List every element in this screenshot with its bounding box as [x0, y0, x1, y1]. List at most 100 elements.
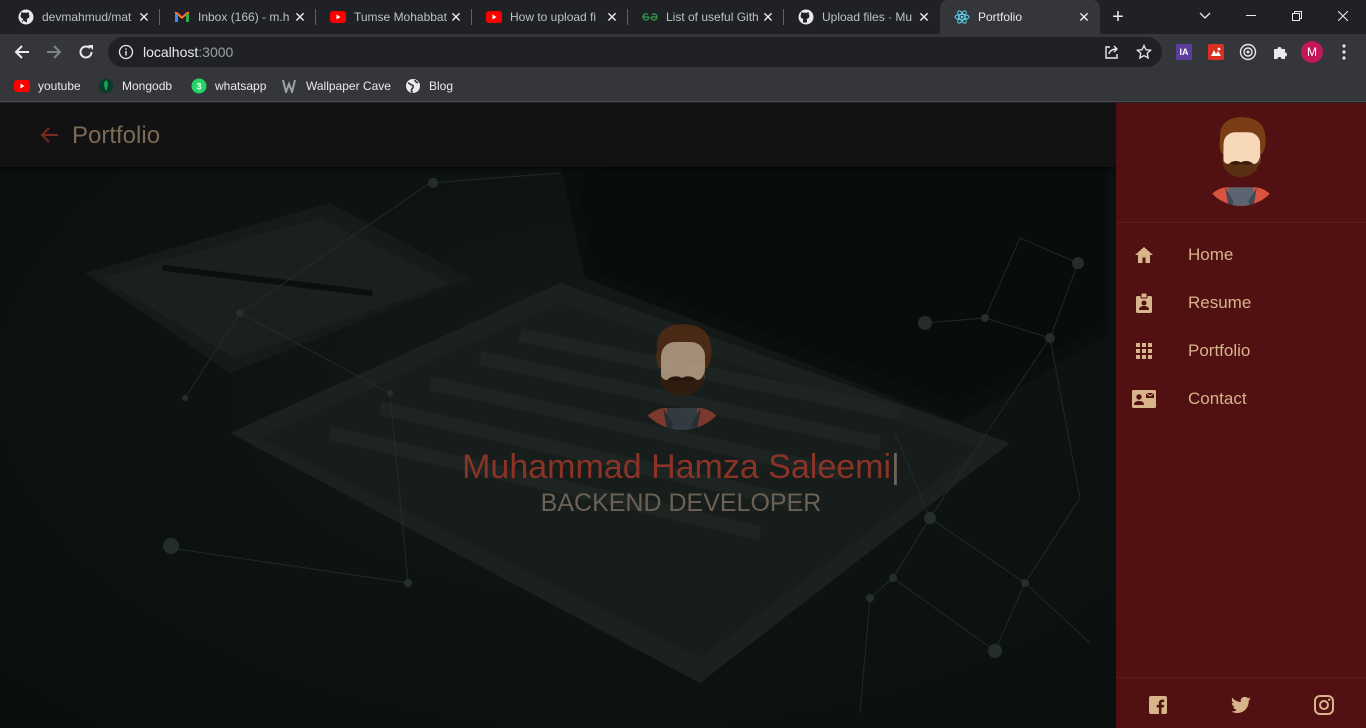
app-header: Portfolio — [0, 103, 1116, 167]
react-icon — [954, 9, 970, 25]
bookmark-blog[interactable]: Blog — [405, 76, 453, 96]
github-icon — [798, 9, 814, 25]
tab-upload-files[interactable]: Upload files · Mu ✕ — [784, 0, 940, 34]
url-text: localhost:3000 — [143, 44, 233, 60]
close-icon[interactable]: ✕ — [136, 9, 152, 25]
new-tab-button[interactable]: + — [1108, 7, 1128, 27]
youtube-icon — [330, 9, 346, 25]
nav-item-resume[interactable]: Resume — [1116, 279, 1366, 327]
youtube-icon — [486, 9, 502, 25]
nav-label: Resume — [1188, 293, 1252, 312]
url-host: localhost — [143, 44, 199, 60]
browser-menu-button[interactable] — [1336, 42, 1352, 62]
reload-icon — [79, 45, 93, 59]
hero-name-text: Muhammad Hamza Saleemi — [462, 448, 892, 486]
bookmark-star-icon[interactable] — [1135, 43, 1153, 61]
tab-title: devmahmud/mat — [42, 10, 132, 24]
minimize-button[interactable] — [1228, 0, 1274, 32]
bookmark-whatsapp[interactable]: 3 whatsapp — [191, 76, 266, 96]
bookmark-label: youtube — [38, 79, 81, 93]
close-icon[interactable]: ✕ — [292, 9, 308, 25]
instagram-icon[interactable] — [1313, 694, 1335, 716]
home-icon — [1132, 243, 1156, 267]
close-icon[interactable]: ✕ — [1076, 9, 1092, 25]
tab-how-to-upload[interactable]: How to upload fi ✕ — [472, 0, 628, 34]
nav-item-portfolio[interactable]: Portfolio — [1116, 327, 1366, 375]
side-drawer: Home Resume Portfolio Contact — [1116, 103, 1366, 728]
github-icon — [18, 9, 34, 25]
resume-badge-icon — [1132, 291, 1156, 315]
profile-avatar-button[interactable]: M — [1301, 41, 1323, 63]
bookmarks-bar: youtube Mongodb 3 whatsapp Wallpaper Cav… — [0, 70, 1366, 102]
tab-title: List of useful Gith — [666, 10, 759, 24]
tab-portfolio[interactable]: Portfolio ✕ — [940, 0, 1100, 34]
tab-title: Inbox (166) - m.h — [198, 10, 290, 24]
bookmark-label: Wallpaper Cave — [306, 79, 391, 93]
nav-item-contact[interactable]: Contact — [1116, 375, 1366, 423]
info-icon[interactable] — [118, 44, 134, 65]
close-icon[interactable]: ✕ — [760, 9, 776, 25]
red-extension-icon[interactable] — [1206, 42, 1226, 62]
whatsapp-icon: 3 — [191, 78, 207, 94]
facebook-icon[interactable] — [1147, 694, 1169, 716]
kebab-menu-icon — [1342, 44, 1346, 60]
tab-title: How to upload fi — [510, 10, 597, 24]
restore-button[interactable] — [1274, 0, 1320, 32]
close-window-button[interactable] — [1320, 0, 1366, 32]
tab-list-github[interactable]: List of useful Gith ✕ — [628, 0, 784, 34]
social-links — [1116, 677, 1366, 728]
gmail-icon — [174, 9, 190, 25]
tab-gmail[interactable]: Inbox (166) - m.h ✕ — [160, 0, 316, 34]
twitter-icon[interactable] — [1230, 694, 1252, 716]
share-icon[interactable] — [1103, 43, 1121, 61]
bookmark-wallpaper-cave[interactable]: Wallpaper Cave — [282, 76, 391, 96]
arrow-back-icon[interactable] — [38, 124, 60, 146]
typing-cursor: | — [891, 448, 900, 486]
arrow-left-icon — [14, 45, 29, 59]
bookmark-mongodb[interactable]: Mongodb — [98, 76, 172, 96]
chevron-down-icon — [1199, 12, 1211, 19]
browser-toolbar: localhost:3000 IA M — [0, 34, 1366, 70]
back-button[interactable] — [8, 38, 36, 66]
tab-search-button[interactable] — [1182, 0, 1228, 32]
avatar — [637, 324, 727, 430]
mongodb-icon — [98, 78, 114, 94]
bookmark-label: Blog — [429, 79, 454, 93]
nav-item-home[interactable]: Home — [1116, 231, 1366, 279]
apps-grid-icon — [1132, 339, 1156, 363]
contact-mail-icon — [1132, 387, 1156, 411]
extensions-puzzle-icon[interactable] — [1270, 42, 1290, 62]
bookmark-label: Mongodb — [122, 79, 173, 93]
laptop-background-graphic — [0, 103, 1116, 728]
globe-icon — [405, 78, 421, 94]
bookmark-label: whatsapp — [215, 79, 267, 93]
wallpaper-cave-icon — [282, 78, 298, 94]
hero-section: Portfolio Muhammad Hamza Saleemi| BACKEN… — [0, 103, 1116, 728]
tab-tumse[interactable]: Tumse Mohabbat ✕ — [316, 0, 472, 34]
ia-extension-label: IA — [1176, 44, 1192, 60]
close-icon[interactable]: ✕ — [604, 9, 620, 25]
minimize-icon — [1246, 15, 1256, 16]
tab-devmahmud[interactable]: devmahmud/mat ✕ — [4, 0, 160, 34]
ia-extension-icon[interactable]: IA — [1174, 42, 1194, 62]
close-icon[interactable]: ✕ — [916, 9, 932, 25]
arrow-right-icon — [47, 45, 62, 59]
geeksforgeeks-icon — [642, 9, 658, 25]
tab-title: Portfolio — [978, 10, 1023, 24]
drawer-avatar-section — [1116, 103, 1366, 223]
tab-title: Upload files · Mu — [822, 10, 913, 24]
page-viewport: Portfolio Muhammad Hamza Saleemi| BACKEN… — [0, 103, 1366, 728]
url-port: :3000 — [198, 44, 234, 60]
close-icon[interactable]: ✕ — [448, 9, 464, 25]
close-icon — [1338, 11, 1348, 21]
page-title: Portfolio — [72, 122, 161, 149]
avatar — [1203, 117, 1279, 206]
reload-button[interactable] — [72, 38, 100, 66]
record-extension-icon[interactable] — [1238, 42, 1258, 62]
youtube-icon — [14, 78, 30, 94]
restore-icon — [1292, 11, 1302, 21]
bookmark-youtube[interactable]: youtube — [14, 76, 81, 96]
forward-button[interactable] — [40, 38, 68, 66]
address-bar[interactable]: localhost:3000 — [108, 37, 1162, 67]
tab-title: Tumse Mohabbat — [354, 10, 447, 24]
